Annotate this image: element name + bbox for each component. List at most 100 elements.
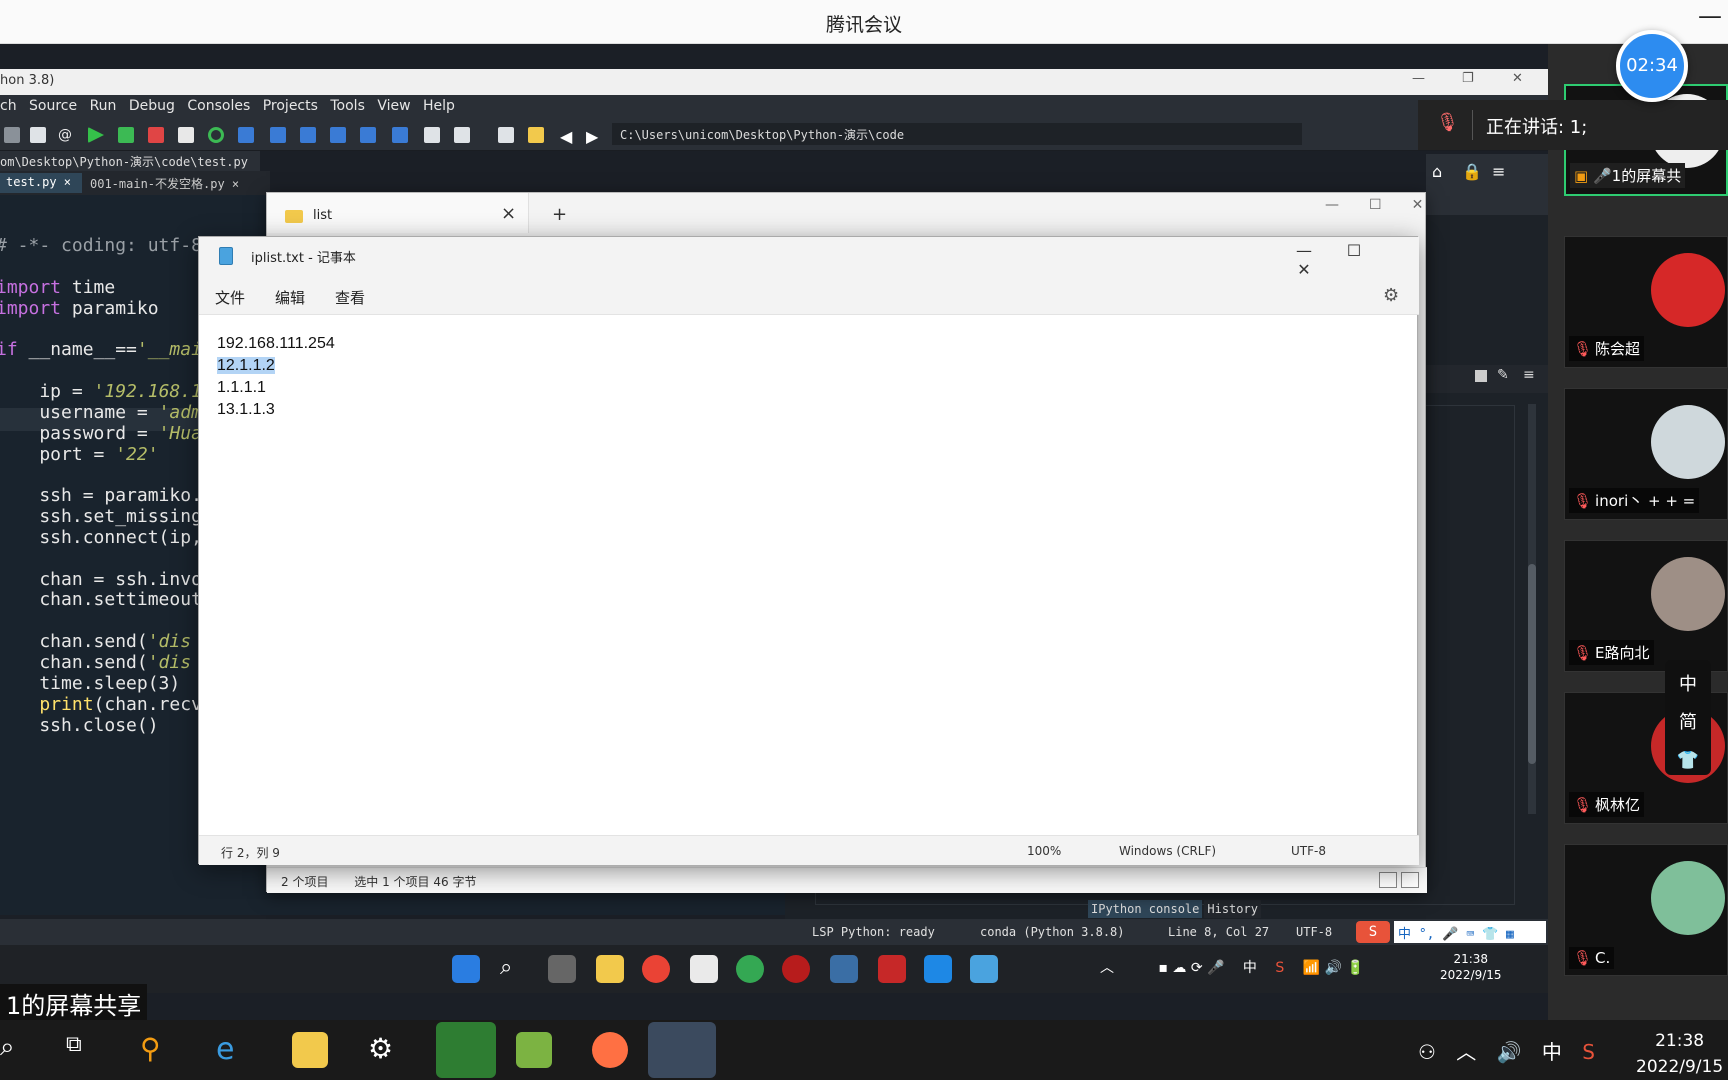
ime-chinese-toggle[interactable]: 中 — [1665, 666, 1711, 704]
firefox-icon[interactable] — [592, 1032, 628, 1068]
network-icon[interactable] — [878, 955, 906, 983]
ime-simplified-toggle[interactable]: 简 — [1665, 704, 1711, 742]
tencent-meeting-icon[interactable] — [648, 1022, 716, 1078]
close-tab-icon[interactable]: × — [501, 203, 516, 224]
eraser-icon[interactable]: ✎ — [1497, 367, 1509, 383]
menu-consoles[interactable]: Consoles — [187, 98, 250, 114]
tiles-view-icon[interactable] — [1401, 872, 1419, 888]
tab-test-py[interactable]: test.py × — [0, 173, 82, 193]
notepad-plus-icon[interactable] — [516, 1032, 552, 1068]
search-icon[interactable]: ⌕ — [500, 955, 528, 983]
app-icon[interactable] — [830, 955, 858, 983]
host-clock[interactable]: 21:38 2022/9/15 — [1636, 1028, 1723, 1080]
home-icon[interactable]: ⌂ — [1432, 162, 1442, 181]
explorer-maximize-icon[interactable]: ☐ — [1369, 197, 1382, 213]
settings-icon[interactable]: ⚙ — [368, 1032, 404, 1068]
participant-tile[interactable]: 🎙 E路向北 — [1564, 540, 1728, 672]
wifi-volume-battery-icons[interactable]: 📶 🔊 🔋 — [1303, 960, 1364, 976]
inner-clock[interactable]: 21:38 2022/9/15 — [1440, 951, 1502, 983]
start-icon[interactable] — [452, 955, 480, 983]
tray-chevron-icon[interactable]: ︿ — [1100, 960, 1114, 976]
user-icon[interactable]: ⚇ — [1418, 1040, 1436, 1064]
tencent-meeting-icon[interactable] — [924, 955, 952, 983]
ie-icon[interactable]: e — [216, 1032, 252, 1068]
run-cell-advance-icon[interactable] — [148, 127, 164, 143]
sogou-tray-icon[interactable]: S — [1275, 960, 1284, 976]
spyder-icon[interactable] — [782, 955, 810, 983]
step-return-icon[interactable] — [330, 127, 346, 143]
notepad-minimize-icon[interactable]: — — [1279, 241, 1329, 260]
file-explorer-icon[interactable] — [292, 1032, 328, 1068]
step-into-icon[interactable] — [300, 127, 316, 143]
notepad-maximize-icon[interactable]: ☐ — [1329, 241, 1379, 260]
tray-chevron-icon[interactable]: ︿ — [1456, 1040, 1476, 1064]
store-icon[interactable] — [690, 955, 718, 983]
inner-ime-indicator[interactable]: 中 — [1243, 960, 1257, 976]
file-explorer-icon[interactable] — [596, 955, 624, 983]
minimize-button[interactable]: — — [1698, 2, 1722, 30]
stop-icon[interactable] — [392, 127, 408, 143]
list-icon[interactable] — [30, 127, 46, 143]
working-directory-field[interactable]: C:\Users\unicom\Desktop\Python-演示\code — [612, 123, 1302, 145]
participant-tile[interactable]: 🎙 陈会超 — [1564, 236, 1728, 368]
menu-file[interactable]: 文件 — [215, 287, 245, 308]
settings-gear-icon[interactable]: ⚙ — [1383, 285, 1399, 306]
menu-projects[interactable]: Projects — [263, 98, 318, 114]
tab-ipython-console[interactable]: IPython console — [1088, 900, 1203, 918]
chrome-alt-icon[interactable] — [736, 955, 764, 983]
notepad-taskbar-icon[interactable] — [970, 955, 998, 983]
volume-icon[interactable]: 🔊 — [1497, 1040, 1522, 1064]
pane-menu-icon[interactable]: ≡ — [1492, 162, 1505, 181]
participant-tile[interactable]: 🎙 inori丶 + + = — [1564, 388, 1728, 520]
fullscreen-icon[interactable] — [454, 127, 470, 143]
notepad-scrollbar[interactable] — [1407, 315, 1417, 835]
debug-icon[interactable] — [238, 127, 254, 143]
ime-skin-icon[interactable]: 👕 — [1665, 742, 1711, 780]
preferences-icon[interactable] — [498, 127, 514, 143]
spyder-minimize-icon[interactable]: — — [1412, 71, 1425, 86]
explorer-minimize-icon[interactable]: — — [1325, 197, 1339, 213]
new-tab-icon[interactable]: + — [552, 204, 567, 225]
forward-icon[interactable]: ▶ — [586, 127, 602, 146]
ime-toolbar[interactable]: 中 °, 🎤 ⌨ 👕 ▦ — [1394, 921, 1546, 943]
task-view-icon[interactable]: ⧉ — [66, 1032, 102, 1068]
outline-icon[interactable] — [4, 127, 20, 143]
run-selection-icon[interactable] — [178, 127, 194, 143]
chrome-icon[interactable] — [642, 955, 670, 983]
step-icon[interactable] — [270, 127, 286, 143]
menu-view[interactable]: View — [377, 98, 410, 114]
maximize-pane-icon[interactable] — [424, 127, 440, 143]
console-menu-icon[interactable]: ≡ — [1523, 367, 1535, 383]
spyder-restore-icon[interactable]: ❐ — [1462, 71, 1474, 86]
details-view-icon[interactable] — [1379, 872, 1397, 888]
run-cell-icon[interactable] — [118, 127, 134, 143]
console-scrollbar-thumb[interactable] — [1528, 564, 1536, 764]
recording-timer[interactable]: 02:34 — [1616, 30, 1688, 102]
tray-icons[interactable]: ▪ ☁ ⟳ 🎤 — [1158, 960, 1224, 976]
menu-help[interactable]: Help — [423, 98, 455, 114]
menu-tools[interactable]: Tools — [330, 98, 365, 114]
menu-search[interactable]: ch — [0, 98, 17, 114]
menu-source[interactable]: Source — [29, 98, 77, 114]
stop-console-icon[interactable] — [1475, 370, 1487, 382]
menu-view[interactable]: 查看 — [335, 287, 365, 308]
at-icon[interactable]: @ — [58, 127, 74, 143]
notepad-text-area[interactable]: 192.168.111.254 12.1.1.2 1.1.1.1 13.1.1.… — [199, 315, 1419, 835]
menu-run[interactable]: Run — [90, 98, 117, 114]
task-view-icon[interactable] — [548, 955, 576, 983]
menu-debug[interactable]: Debug — [129, 98, 175, 114]
explorer-tab[interactable]: list × — [267, 193, 529, 233]
wechat-icon[interactable] — [436, 1022, 496, 1078]
rerun-icon[interactable] — [208, 127, 224, 143]
tab-history[interactable]: History — [1204, 900, 1261, 918]
continue-icon[interactable] — [360, 127, 376, 143]
python-path-icon[interactable] — [528, 127, 544, 143]
sogou-tray-icon[interactable]: S — [1582, 1040, 1595, 1064]
host-ime-indicator[interactable]: 中 — [1542, 1040, 1562, 1064]
back-icon[interactable]: ◀ — [560, 127, 576, 146]
search-icon[interactable]: ⌕ — [0, 1032, 36, 1068]
search-tool-icon[interactable]: ⚲ — [140, 1032, 176, 1068]
menu-edit[interactable]: 编辑 — [275, 287, 305, 308]
sogou-ime-icon[interactable]: S — [1356, 921, 1390, 943]
spyder-close-icon[interactable]: ✕ — [1512, 71, 1523, 86]
